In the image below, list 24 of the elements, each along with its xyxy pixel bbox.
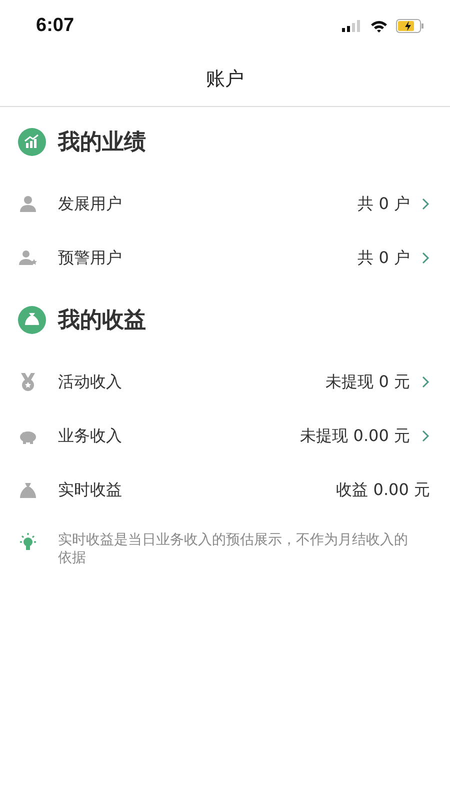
section-title: 我的收益	[58, 307, 146, 335]
battery-icon	[396, 19, 424, 33]
row-value: 共 0 户	[358, 248, 410, 268]
signal-icon	[342, 20, 362, 32]
wifi-icon	[370, 20, 388, 32]
note-text: 实时收益是当日业务收入的预估展示，不作为月结收入的依据	[58, 531, 409, 567]
person-star-icon	[18, 248, 38, 268]
row-value: 未提现 0 元	[326, 372, 410, 392]
row-label[interactable]: 发展用户	[58, 194, 358, 214]
row-label[interactable]: 业务收入	[58, 426, 300, 446]
section-title: 我的业绩	[58, 129, 146, 157]
person-icon	[18, 194, 38, 214]
row-label[interactable]: 预警用户	[58, 248, 358, 268]
row-label[interactable]: 活动收入	[58, 372, 326, 392]
money-bag-badge-icon	[18, 306, 46, 334]
row-label: 实时收益	[58, 480, 123, 500]
chart-badge-icon	[18, 128, 46, 156]
medal-icon	[18, 372, 38, 392]
row-value: 收益 0.00 元	[336, 480, 430, 500]
row-value: 未提现 0.00 元	[300, 426, 410, 446]
money-bag-icon	[18, 480, 38, 500]
row-value: 共 0 户	[358, 194, 410, 214]
status-time: 6:07	[36, 15, 74, 37]
page-title: 账户	[206, 67, 244, 92]
